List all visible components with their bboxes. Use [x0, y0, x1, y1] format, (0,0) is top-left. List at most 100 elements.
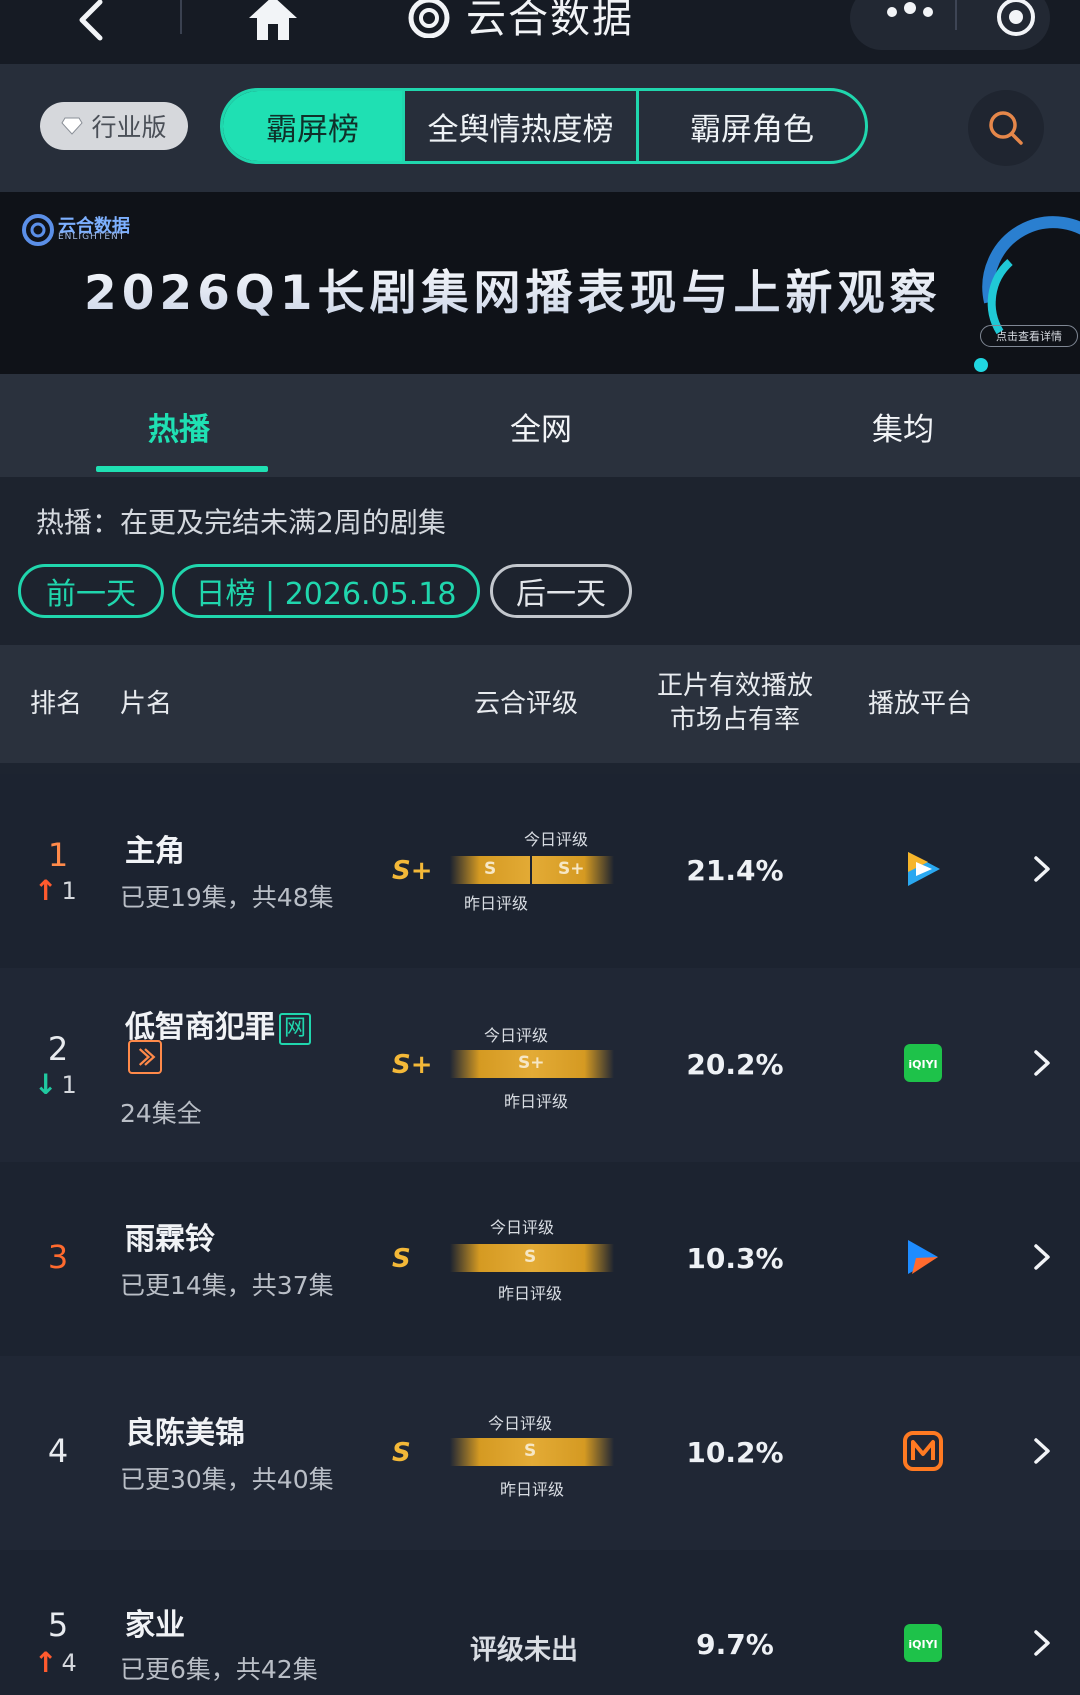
- chevron-right-icon[interactable]: [1030, 1436, 1054, 1466]
- grade-bar-center: S: [524, 1247, 537, 1267]
- grade-bar-yesterday: S: [484, 859, 497, 879]
- table-row[interactable]: 4 良陈美锦 已更30集，共40集 S 今日评级 S 昨日评级 10.2%: [0, 1356, 1080, 1550]
- network-drama-tag: 网: [279, 1013, 311, 1045]
- today-grade-label: 今日评级: [484, 1026, 549, 1045]
- iqiyi-icon: iQIYI: [904, 1624, 942, 1662]
- chevron-right-icon[interactable]: [1030, 854, 1054, 884]
- banner-logo-subtext: ENLIGHTENT: [58, 232, 126, 242]
- chevron-right-icon[interactable]: [1030, 1048, 1054, 1078]
- header-name: 片名: [120, 689, 173, 719]
- trend-value: 1: [61, 876, 77, 905]
- table-row[interactable]: 5 ↑ 4 家业 已更6集，共42集 评级未出 9.7% iQIYI: [0, 1550, 1080, 1695]
- yesterday-grade-label: 昨日评级: [500, 1480, 565, 1499]
- header-share-line1: 正片有效播放: [656, 671, 813, 701]
- list-description: 热播：在更及完结未满2周的剧集: [36, 506, 446, 539]
- episode-status: 已更30集，共40集: [120, 1465, 334, 1494]
- active-tab-indicator: [96, 466, 268, 472]
- table-row[interactable]: 3 雨霖铃 已更14集，共37集 S 今日评级 S 昨日评级 10.3%: [0, 1162, 1080, 1356]
- search-button[interactable]: [968, 90, 1044, 166]
- episode-status: 已更6集，共42集: [120, 1655, 318, 1684]
- segment-dominant-roles[interactable]: 霸屏角色: [639, 91, 865, 161]
- tab-per-episode[interactable]: 集均: [872, 404, 934, 449]
- grade-value: S: [392, 1438, 411, 1468]
- today-grade-label: 今日评级: [524, 830, 589, 849]
- more-icon[interactable]: [882, 0, 938, 24]
- header-grade: 云合评级: [474, 689, 579, 719]
- ranking-segment-control: 霸屏榜 全舆情热度榜 霸屏角色: [220, 88, 868, 164]
- grade-bar-center: S+: [518, 1053, 545, 1073]
- iqiyi-icon: iQIYI: [904, 1044, 942, 1082]
- today-grade-label: 今日评级: [490, 1218, 555, 1237]
- promo-banner[interactable]: 云合数据 ENLIGHTENT 2026Q1长剧集网播表现与上新观察 点击查看详…: [0, 192, 1080, 374]
- market-share: 10.3%: [686, 1242, 784, 1275]
- arrow-down-icon: ↓: [34, 1068, 58, 1101]
- banner-pager-dot: [974, 358, 988, 372]
- next-day-button[interactable]: 后一天: [490, 564, 632, 618]
- rank-number: 1: [47, 836, 69, 874]
- rank-trend: ↑ 4: [34, 1646, 77, 1679]
- grade-bar-today: S+: [558, 859, 585, 879]
- info-area: 热播：在更及完结未满2周的剧集 前一天 日榜 | 2026.05.18 后一天: [0, 477, 1080, 645]
- drama-title: 良陈美锦: [125, 1416, 245, 1451]
- diamond-icon: [61, 117, 84, 135]
- back-icon[interactable]: [70, 0, 114, 54]
- market-share: 21.4%: [686, 854, 784, 887]
- trend-value: 1: [61, 1070, 77, 1099]
- arrow-up-icon: ↑: [34, 1646, 58, 1679]
- capsule-divider: [955, 0, 957, 30]
- episode-status: 已更19集，共48集: [120, 883, 334, 912]
- trend-value: 4: [61, 1648, 77, 1677]
- rank-number: 4: [47, 1432, 69, 1470]
- svg-text:iQIYI: iQIYI: [908, 1638, 937, 1651]
- home-icon[interactable]: [245, 0, 301, 44]
- rank-trend: ↑ 1: [34, 874, 77, 907]
- rank-number: 3: [47, 1238, 69, 1276]
- segment-dominant-list[interactable]: 霸屏榜: [223, 91, 405, 161]
- drama-title: 主角: [125, 834, 185, 869]
- banner-logo-icon: [22, 214, 54, 246]
- episode-status: 已更14集，共37集: [120, 1271, 334, 1300]
- banner-detail-link[interactable]: 点击查看详情: [980, 325, 1078, 347]
- yesterday-grade-label: 昨日评级: [464, 894, 529, 913]
- grade-pending: 评级未出: [470, 1635, 578, 1666]
- table-row[interactable]: 2 ↓ 1 低智商犯罪网 24集全 S+ 今日评级 S+ 昨日评级 20.2% i…: [0, 968, 1080, 1162]
- rank-number: 2: [47, 1030, 69, 1068]
- youku-icon: [908, 1240, 938, 1274]
- grade-bar: S+: [450, 1050, 614, 1078]
- sub-tabs: 热播 全网 集均: [0, 374, 1080, 477]
- drama-title: 家业: [125, 1608, 185, 1643]
- chevron-right-icon[interactable]: [1030, 1628, 1054, 1658]
- search-icon: [989, 111, 1023, 145]
- grade-bar: S: [450, 1244, 614, 1272]
- table-header: 排名 片名 云合评级 正片有效播放 市场占有率 播放平台: [0, 645, 1080, 763]
- market-share: 20.2%: [686, 1048, 784, 1081]
- drama-title: 雨霖铃: [125, 1222, 215, 1257]
- app-title: 云合数据: [466, 0, 634, 42]
- chevron-right-icon[interactable]: [1030, 1242, 1054, 1272]
- date-selector[interactable]: 日榜 | 2026.05.18: [172, 564, 480, 618]
- app-logo-icon: [408, 0, 450, 38]
- grade-bar-separator: [530, 856, 532, 884]
- header-share-line2: 市场占有率: [669, 705, 800, 735]
- yesterday-grade-label: 昨日评级: [504, 1092, 569, 1111]
- tab-all-network[interactable]: 全网: [510, 404, 572, 449]
- mango-tv-icon: [903, 1431, 943, 1471]
- close-target-icon[interactable]: [995, 0, 1037, 38]
- play-tag-icon: [128, 1040, 162, 1074]
- tab-hot[interactable]: 热播: [148, 404, 210, 449]
- industry-edition-label: 行业版: [91, 113, 167, 142]
- table-row[interactable]: 1 ↑ 1 主角 已更19集，共48集 S+ 今日评级 S S+ 昨日评级 21.…: [0, 774, 1080, 968]
- header-platform: 播放平台: [868, 689, 973, 719]
- grade-value: S: [392, 1244, 411, 1274]
- industry-edition-badge[interactable]: 行业版: [40, 102, 188, 150]
- grade-bar-center: S: [524, 1441, 537, 1461]
- grade-value: S+: [392, 1050, 433, 1080]
- previous-day-button[interactable]: 前一天: [18, 564, 164, 618]
- market-share: 9.7%: [696, 1628, 774, 1661]
- svg-text:iQIYI: iQIYI: [908, 1058, 937, 1071]
- banner-title: 2026Q1长剧集网播表现与上新观察: [84, 254, 941, 323]
- grade-bar: S: [450, 1438, 614, 1466]
- header-rank: 排名: [30, 689, 83, 719]
- tencent-video-icon: [908, 852, 940, 886]
- segment-sentiment-heat-list[interactable]: 全舆情热度榜: [405, 91, 639, 161]
